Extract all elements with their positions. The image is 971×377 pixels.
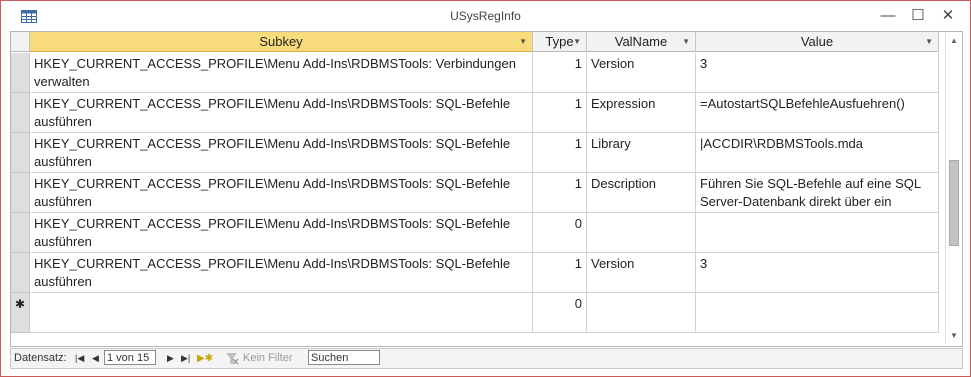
record-selector[interactable] [11, 173, 30, 213]
current-record-field[interactable]: 1 von 15 [104, 350, 156, 365]
window-title: USysRegInfo [450, 9, 521, 23]
cell-type[interactable]: 1 [533, 253, 587, 293]
scroll-down-icon[interactable]: ▼ [946, 327, 962, 344]
datasheet-grid: Subkey ▼ Type ▼ ValName ▼ Value ▼ HKEY_C… [10, 31, 963, 347]
column-header-valname[interactable]: ValName ▼ [587, 32, 696, 52]
record-selector[interactable] [11, 53, 30, 93]
next-record-icon[interactable]: ▶ [167, 349, 174, 368]
chevron-down-icon[interactable]: ▼ [519, 32, 527, 52]
close-button[interactable]: ✕ [933, 3, 963, 29]
record-label: Datensatz: [14, 352, 67, 364]
filter-icon [226, 353, 239, 365]
vertical-scrollbar[interactable]: ▲ ▼ [945, 32, 962, 344]
cell-valname[interactable]: Library [587, 133, 696, 173]
cell-valname[interactable]: Description [587, 173, 696, 213]
column-header-label: Type [545, 34, 574, 49]
column-header-row: Subkey ▼ Type ▼ ValName ▼ Value ▼ [11, 32, 962, 53]
title-bar[interactable]: USysRegInfo — ☐ ✕ [1, 1, 970, 31]
first-record-icon[interactable]: |◀ [75, 349, 84, 368]
chevron-down-icon[interactable]: ▼ [925, 32, 933, 52]
last-record-icon[interactable]: ▶| [181, 349, 190, 368]
search-input[interactable]: Suchen [308, 350, 380, 365]
cell-value[interactable]: 3 [696, 53, 939, 93]
cell-valname[interactable] [587, 213, 696, 253]
cell-type[interactable]: 1 [533, 93, 587, 133]
record-selector[interactable] [11, 253, 30, 293]
cell-subkey[interactable]: HKEY_CURRENT_ACCESS_PROFILE\Menu Add-Ins… [30, 173, 533, 213]
record-selector[interactable] [11, 133, 30, 173]
table-row[interactable]: HKEY_CURRENT_ACCESS_PROFILE\Menu Add-Ins… [11, 133, 939, 173]
select-all-corner[interactable] [11, 32, 30, 52]
table-row[interactable]: HKEY_CURRENT_ACCESS_PROFILE\Menu Add-Ins… [11, 253, 939, 293]
cell-subkey[interactable]: HKEY_CURRENT_ACCESS_PROFILE\Menu Add-Ins… [30, 253, 533, 293]
cell-value[interactable]: =AutostartSQLBefehleAusfuehren() [696, 93, 939, 133]
cell-valname[interactable]: Expression [587, 93, 696, 133]
cell-value[interactable] [696, 213, 939, 253]
table-row[interactable]: HKEY_CURRENT_ACCESS_PROFILE\Menu Add-Ins… [11, 93, 939, 133]
scrollbar-thumb[interactable] [949, 160, 959, 246]
cell-value[interactable]: 3 [696, 253, 939, 293]
maximize-button[interactable]: ☐ [903, 3, 933, 29]
cell-value[interactable]: Führen Sie SQL-Befehle auf eine SQL Serv… [696, 173, 939, 213]
chevron-down-icon[interactable]: ▼ [682, 32, 690, 52]
table-row[interactable]: HKEY_CURRENT_ACCESS_PROFILE\Menu Add-Ins… [11, 213, 939, 253]
record-navigation-bar: Datensatz: |◀ ◀ 1 von 15 ▶ ▶| ▶✱ Kein Fi… [10, 348, 963, 369]
cell-subkey[interactable]: HKEY_CURRENT_ACCESS_PROFILE\Menu Add-Ins… [30, 53, 533, 93]
cell-type[interactable]: 1 [533, 133, 587, 173]
cell-type[interactable]: 0 [533, 293, 587, 333]
cell-subkey[interactable]: HKEY_CURRENT_ACCESS_PROFILE\Menu Add-Ins… [30, 133, 533, 173]
column-header-value[interactable]: Value ▼ [696, 32, 939, 52]
scroll-up-icon[interactable]: ▲ [946, 32, 962, 49]
minimize-button[interactable]: — [873, 3, 903, 29]
cell-valname[interactable]: Version [587, 253, 696, 293]
column-header-label: ValName [614, 34, 668, 49]
filter-status[interactable]: Kein Filter [243, 349, 293, 368]
new-record-marker[interactable]: ✱ [11, 293, 30, 333]
column-header-type[interactable]: Type ▼ [533, 32, 587, 52]
cell-value[interactable]: |ACCDIR\RDBMSTools.mda [696, 133, 939, 173]
table-row[interactable]: HKEY_CURRENT_ACCESS_PROFILE\Menu Add-Ins… [11, 53, 939, 93]
column-header-label: Value [800, 34, 834, 49]
cell-type[interactable]: 0 [533, 213, 587, 253]
cell-valname[interactable] [587, 293, 696, 333]
record-selector[interactable] [11, 93, 30, 133]
cell-subkey[interactable]: HKEY_CURRENT_ACCESS_PROFILE\Menu Add-Ins… [30, 93, 533, 133]
cell-subkey[interactable]: HKEY_CURRENT_ACCESS_PROFILE\Menu Add-Ins… [30, 213, 533, 253]
record-selector[interactable] [11, 213, 30, 253]
column-header-label: Subkey [259, 34, 303, 49]
cell-subkey[interactable] [30, 293, 533, 333]
table-window: USysRegInfo — ☐ ✕ Subkey ▼ Type ▼ ValNam… [0, 0, 971, 377]
cell-valname[interactable]: Version [587, 53, 696, 93]
previous-record-icon[interactable]: ◀ [92, 349, 99, 368]
new-record-icon[interactable]: ▶✱ [197, 349, 213, 368]
cell-type[interactable]: 1 [533, 173, 587, 213]
chevron-down-icon[interactable]: ▼ [573, 32, 581, 52]
cell-value[interactable] [696, 293, 939, 333]
cell-type[interactable]: 1 [533, 53, 587, 93]
column-header-subkey[interactable]: Subkey ▼ [30, 32, 533, 52]
new-record-row[interactable]: ✱ 0 [11, 293, 939, 333]
table-row[interactable]: HKEY_CURRENT_ACCESS_PROFILE\Menu Add-Ins… [11, 173, 939, 213]
